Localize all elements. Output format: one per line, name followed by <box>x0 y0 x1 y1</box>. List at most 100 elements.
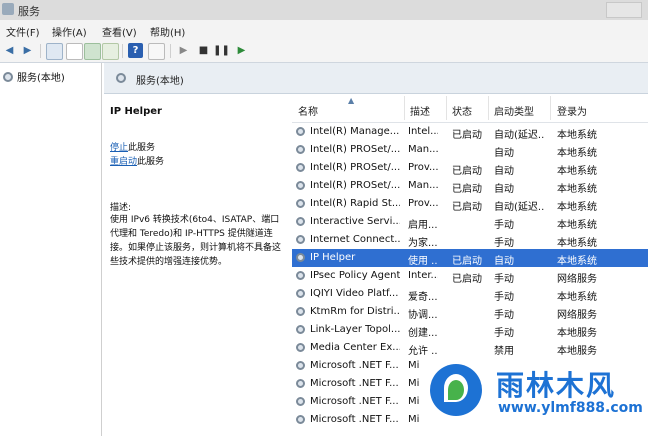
service-gear-icon <box>296 307 305 316</box>
stop-service-link[interactable]: 停止 <box>110 143 128 153</box>
service-name-cell: Microsoft .NET F... <box>310 396 399 407</box>
service-logon-cell: 本地服务 <box>557 346 597 357</box>
service-name-cell: Link-Layer Topol... <box>310 324 400 335</box>
column-divider[interactable] <box>446 96 447 120</box>
service-desc-cell: 爱奇... <box>408 292 438 303</box>
column-startup-type[interactable]: 启动类型 <box>494 103 534 118</box>
service-logon-cell: 本地系统 <box>557 202 597 213</box>
table-row[interactable]: Intel(R) Rapid St... Prov... 已启动 自动(延迟... 本地… <box>292 195 648 213</box>
start-service-icon[interactable]: ▶ <box>176 43 191 58</box>
service-status-cell: 已启动 <box>452 130 482 141</box>
service-startup-cell: 手动 <box>494 292 514 303</box>
stop-service-icon[interactable]: ■ <box>196 43 211 58</box>
table-row[interactable]: Internet Connect... 为家... 手动 本地系统 <box>292 231 648 249</box>
tree-node-services-local[interactable]: 服务(本地) <box>3 69 65 84</box>
service-logon-cell: 本地系统 <box>557 220 597 231</box>
service-name-cell: IP Helper <box>310 252 356 263</box>
service-gear-icon <box>296 343 305 352</box>
toolbar: ◀ ▶ ? ▶ ■ ❚❚ ▶ <box>0 40 648 63</box>
menu-file[interactable]: 文件(F) <box>6 24 40 39</box>
toolbar-divider <box>40 44 41 58</box>
stop-suffix: 此服务 <box>128 143 156 153</box>
toolbar-divider <box>122 44 123 58</box>
service-name-cell: Intel(R) Rapid St... <box>310 198 400 209</box>
description-text: 使用 IPv6 转换技术(6to4、ISATAP、端口代理和 Teredo)和 … <box>110 215 282 267</box>
service-gear-icon <box>296 199 305 208</box>
table-row[interactable]: Intel(R) PROSet/... Man... 自动 本地系统 <box>292 141 648 159</box>
restart-line: 重启动此服务 <box>110 154 164 167</box>
table-row[interactable]: Intel(R) PROSet/... Prov... 已启动 自动 本地系统 <box>292 159 648 177</box>
service-name-cell: Internet Connect... <box>310 234 400 245</box>
column-description[interactable]: 描述 <box>410 103 430 118</box>
service-status-cell: 已启动 <box>452 256 482 267</box>
service-gear-icon <box>296 253 305 262</box>
service-logon-cell: 本地系统 <box>557 256 597 267</box>
service-desc-cell: 允许 ... <box>408 346 438 357</box>
service-status-cell: 已启动 <box>452 202 482 213</box>
console-view-icon[interactable] <box>148 43 165 60</box>
restart-service-icon[interactable]: ▶ <box>234 43 249 58</box>
menu-bar: 文件(F) 操作(A) 查看(V) 帮助(H) <box>0 20 648 41</box>
column-divider[interactable] <box>550 96 551 120</box>
table-row[interactable]: Media Center Ex... 允许 ... 禁用 本地服务 <box>292 339 648 357</box>
forward-arrow-icon[interactable]: ▶ <box>20 43 35 58</box>
service-startup-cell: 手动 <box>494 274 514 285</box>
service-logon-cell: 网络服务 <box>557 310 597 321</box>
service-desc-cell: Man... <box>408 144 438 155</box>
service-name-cell: Intel(R) PROSet/... <box>310 180 400 191</box>
table-row[interactable]: KtmRm for Distri... 协调... 手动 网络服务 <box>292 303 648 321</box>
service-logon-cell: 本地系统 <box>557 292 597 303</box>
service-name-cell: Intel(R) PROSet/... <box>310 144 400 155</box>
service-desc-cell: Intel... <box>408 126 438 137</box>
back-arrow-icon[interactable]: ◀ <box>2 43 17 58</box>
window-controls[interactable] <box>606 2 642 18</box>
column-logon-as[interactable]: 登录为 <box>557 103 587 118</box>
table-row[interactable]: Intel(R) Manage... Intel... 已启动 自动(延迟... 本地系… <box>292 123 648 141</box>
watermark: 雨林木风 www.ylmf888.com <box>420 356 648 436</box>
service-name-cell: Microsoft .NET F... <box>310 414 399 425</box>
service-logon-cell: 本地系统 <box>557 148 597 159</box>
table-row[interactable]: IQIYI Video Platf... 爱奇... 手动 本地系统 <box>292 285 648 303</box>
watermark-url: www.ylmf888.com <box>498 400 643 416</box>
service-startup-cell: 自动(延迟... <box>494 202 544 213</box>
service-logon-cell: 本地系统 <box>557 166 597 177</box>
service-name: IP Helper <box>110 106 162 117</box>
column-status[interactable]: 状态 <box>452 103 472 118</box>
table-row[interactable]: Intel(R) PROSet/... Man... 已启动 自动 本地系统 <box>292 177 648 195</box>
restart-service-link[interactable]: 重启动 <box>110 157 137 167</box>
service-startup-cell: 自动 <box>494 256 514 267</box>
service-gear-icon <box>296 127 305 136</box>
table-row[interactable]: Interactive Servi... 启用... 手动 本地系统 <box>292 213 648 231</box>
service-desc-cell: 为家... <box>408 238 438 249</box>
table-row[interactable]: IP Helper 使用 ... 已启动 自动 本地系统 <box>292 249 648 267</box>
service-startup-cell: 手动 <box>494 238 514 249</box>
services-gear-icon <box>116 73 126 83</box>
service-desc-cell: Inter... <box>408 270 438 281</box>
service-desc-cell: 使用 ... <box>408 256 438 267</box>
column-name[interactable]: 名称 <box>298 103 318 118</box>
service-name-cell: Interactive Servi... <box>310 216 400 227</box>
table-row[interactable]: Link-Layer Topol... 创建... 手动 本地服务 <box>292 321 648 339</box>
service-desc-cell: 协调... <box>408 310 438 321</box>
service-gear-icon <box>296 217 305 226</box>
pause-service-icon[interactable]: ❚❚ <box>213 43 230 58</box>
menu-action[interactable]: 操作(A) <box>52 24 87 39</box>
show-console-tree-icon[interactable] <box>46 43 63 60</box>
service-desc-cell: 启用... <box>408 220 438 231</box>
properties-icon[interactable] <box>66 43 83 60</box>
menu-view[interactable]: 查看(V) <box>102 24 137 39</box>
table-row[interactable]: IPsec Policy Agent Inter... 已启动 手动 网络服务 <box>292 267 648 285</box>
service-name-cell: Media Center Ex... <box>310 342 400 353</box>
service-gear-icon <box>296 379 305 388</box>
service-startup-cell: 手动 <box>494 310 514 321</box>
column-divider[interactable] <box>488 96 489 120</box>
service-gear-icon <box>296 325 305 334</box>
help-icon[interactable]: ? <box>128 43 143 58</box>
export-list-icon[interactable] <box>102 43 119 60</box>
column-divider[interactable] <box>404 96 405 120</box>
restart-suffix: 此服务 <box>137 157 165 167</box>
service-name-cell: KtmRm for Distri... <box>310 306 400 317</box>
refresh-icon[interactable] <box>84 43 101 60</box>
service-desc-cell: Prov... <box>408 198 438 209</box>
menu-help[interactable]: 帮助(H) <box>150 24 185 39</box>
